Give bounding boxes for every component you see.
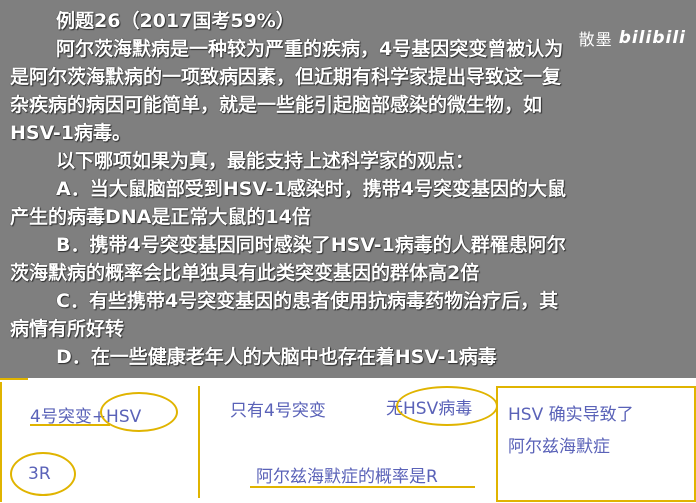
option-c-line1: C．有些携带4号突变基因的患者使用抗病毒药物治疗后，其 (56, 290, 559, 312)
slide-area: 散墨 bilibili 例题26（2017国考59%） 阿尔茨海默病是一种较为严… (0, 0, 696, 380)
question-line: HSV-1病毒。 (10, 122, 132, 144)
question-line: 杂疾病的病因可能简单，就是一些能引起脑部感染的微生物，如 (10, 94, 543, 116)
annotation-board: 4号突变+HSV 只有4号突变 无HSV病毒 HSV 确实导致了 阿尔兹海默症 … (0, 378, 696, 503)
option-c-line2: 病情有所好转 (10, 318, 125, 340)
marker-circle (396, 386, 498, 426)
marker-circle (100, 392, 178, 432)
question-title: 例题26（2017国考59%） (56, 10, 295, 32)
note-conclusion-line1: HSV 确实导致了 (508, 405, 634, 425)
option-b-line1: B．携带4号突变基因同时感染了HSV-1病毒的人群罹患阿尔 (56, 234, 566, 256)
question-prompt: 以下哪项如果为真，最能支持上述科学家的观点： (56, 150, 475, 172)
option-a-line2: 产生的病毒DNA是正常大鼠的14倍 (10, 206, 311, 228)
option-d: D．在一些健康老年人的大脑中也存在着HSV-1病毒 (56, 346, 497, 368)
question-line: 是阿尔茨海默病的一项致病因素，但近期有科学家提出导致这一复 (10, 66, 562, 88)
marker-stroke (198, 386, 200, 498)
marker-stroke (0, 382, 2, 502)
marker-stroke (0, 378, 28, 380)
option-a-line1: A．当大鼠脑部受到HSV-1感染时，携带4号突变基因的大鼠 (56, 178, 566, 200)
note-probability-r: 阿尔兹海默症的概率是R (256, 467, 438, 487)
marker-underline (250, 486, 475, 488)
question-line: 阿尔茨海默病是一种较为严重的疾病，4号基因突变曾被认为 (56, 38, 564, 60)
option-b-line2: 茨海默病的概率会比单独具有此类突变基因的群体高2倍 (10, 262, 480, 284)
note-only-mutation: 只有4号突变 (230, 401, 326, 421)
marker-underline (30, 424, 110, 426)
note-conclusion-line2: 阿尔兹海默症 (508, 437, 610, 457)
marker-circle (10, 452, 76, 496)
